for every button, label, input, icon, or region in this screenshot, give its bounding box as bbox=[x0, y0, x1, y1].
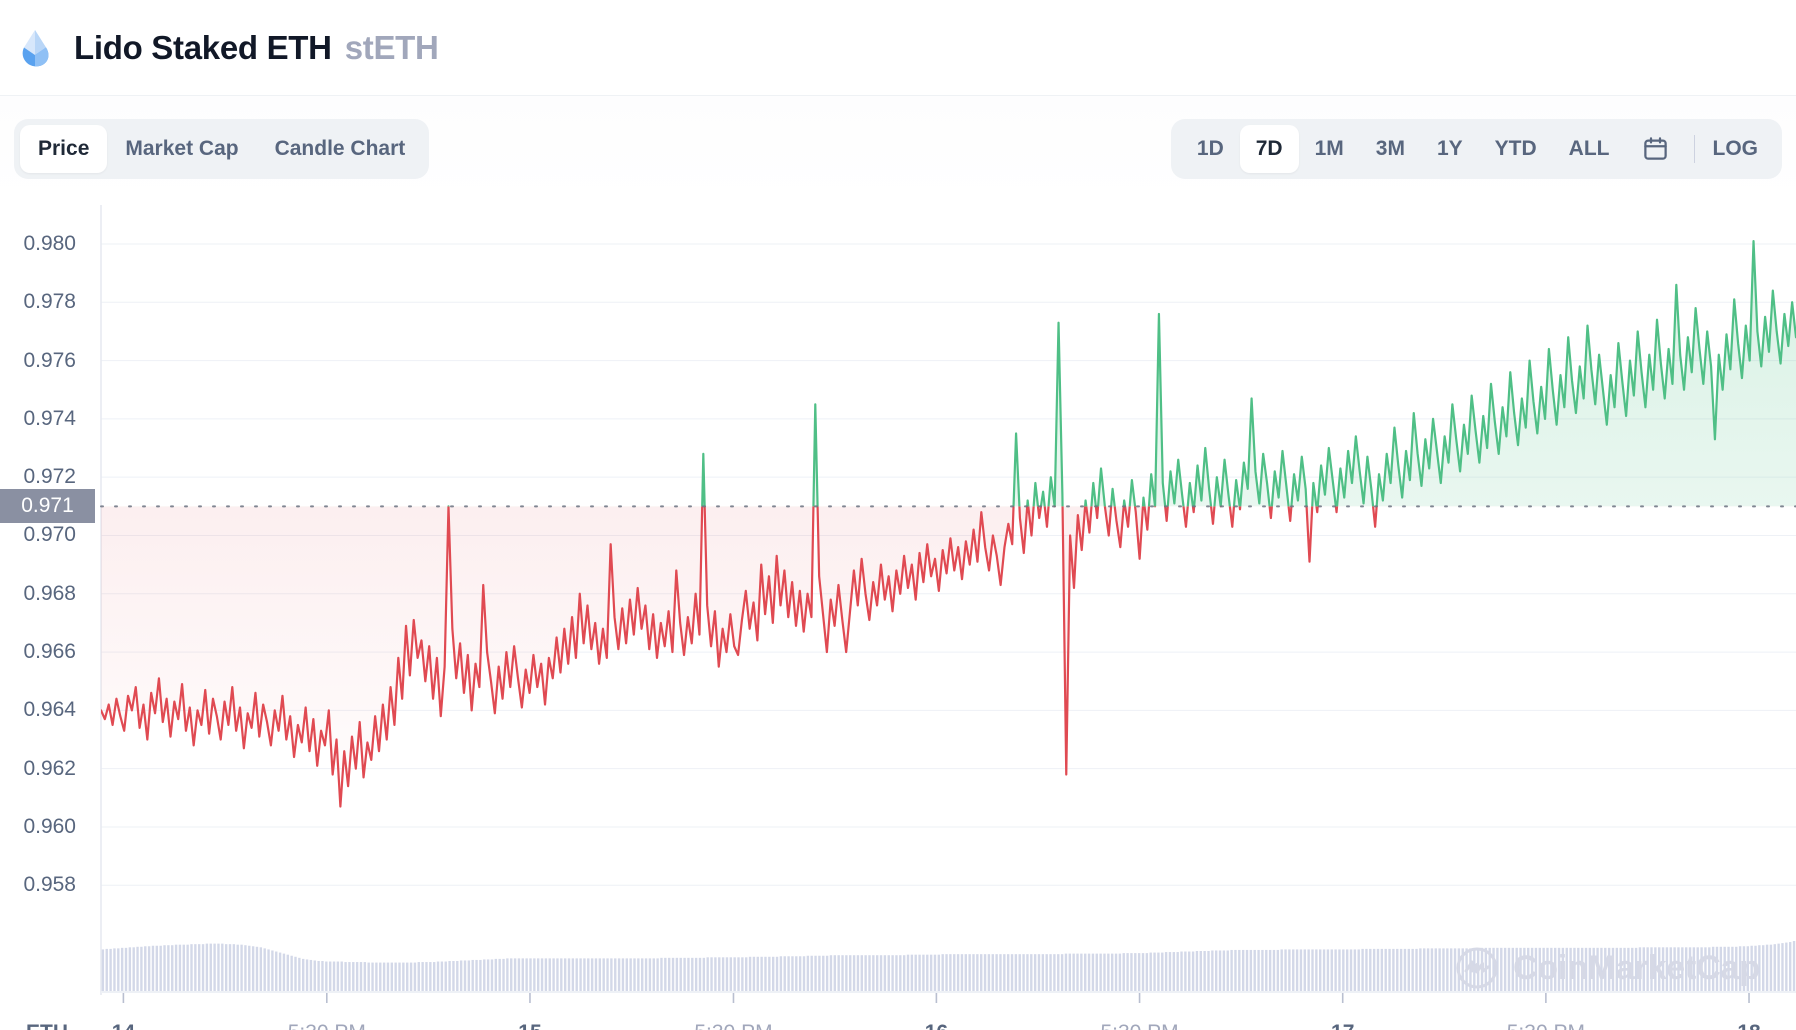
y-axis-unit-label: ETH bbox=[26, 1021, 68, 1030]
time-range-tabs: 1D 7D 1M 3M 1Y YTD ALL LOG bbox=[1170, 118, 1782, 179]
range-1d[interactable]: 1D bbox=[1181, 125, 1240, 173]
x-axis-tick: 18 bbox=[1737, 1021, 1760, 1030]
x-axis-tick: 14 bbox=[112, 1021, 135, 1030]
x-axis-tick: 5:30 PM bbox=[694, 1021, 772, 1030]
y-axis-tick: 0.962 bbox=[23, 756, 76, 780]
x-axis-tick: 5:30 PM bbox=[1100, 1021, 1178, 1030]
x-axis-tick: 16 bbox=[925, 1021, 948, 1030]
y-axis-tick: 0.978 bbox=[23, 290, 76, 314]
y-axis-tick: 0.980 bbox=[23, 231, 76, 255]
y-axis-tick: 0.974 bbox=[23, 406, 76, 430]
y-axis-tick: 0.966 bbox=[23, 640, 76, 664]
price-chart-canvas[interactable] bbox=[0, 201, 1796, 1030]
y-axis-labels: 0.980 0.978 0.976 0.974 0.972 0.970 0.968 0.966… bbox=[0, 201, 88, 1030]
x-axis-labels: 14 5:30 PM 15 5:30 PM 16 5:30 PM 17 5:30 PM 18 bbox=[0, 1003, 1796, 1030]
lido-drop-icon bbox=[14, 27, 56, 69]
tab-market-cap[interactable]: Market Cap bbox=[107, 125, 256, 173]
range-3m[interactable]: 3M bbox=[1360, 125, 1421, 173]
x-axis-tick: 17 bbox=[1331, 1021, 1354, 1030]
range-1m[interactable]: 1M bbox=[1299, 125, 1360, 173]
price-chart[interactable]: 0.980 0.978 0.976 0.974 0.972 0.970 0.968 0.966… bbox=[0, 201, 1796, 1030]
range-1y[interactable]: 1Y bbox=[1421, 125, 1479, 173]
coin-price-chart-page: Lido Staked ETH stETH Price Market Cap Can… bbox=[0, 0, 1796, 1030]
chart-view-tabs: Price Market Cap Candle Chart bbox=[14, 118, 430, 179]
y-axis-tick: 0.976 bbox=[23, 348, 76, 372]
x-axis-tick: 5:30 PM bbox=[1507, 1021, 1585, 1030]
coin-symbol: stETH bbox=[344, 28, 439, 66]
range-all[interactable]: ALL bbox=[1553, 125, 1626, 173]
x-axis-tick: 15 bbox=[518, 1021, 541, 1030]
tab-price[interactable]: Price bbox=[20, 124, 108, 173]
range-ytd[interactable]: YTD bbox=[1479, 125, 1553, 173]
chart-toolbar: Price Market Cap Candle Chart 1D 7D 1M 3M 1Y YT… bbox=[0, 96, 1796, 201]
y-axis-tick: 0.964 bbox=[23, 698, 76, 722]
range-7d[interactable]: 7D bbox=[1239, 124, 1299, 173]
current-price-badge: 0.971 bbox=[0, 489, 95, 524]
page-header: Lido Staked ETH stETH bbox=[0, 0, 1796, 96]
y-axis-tick: 0.970 bbox=[23, 523, 76, 547]
y-axis-tick: 0.972 bbox=[23, 465, 76, 489]
y-axis-tick: 0.968 bbox=[23, 581, 76, 605]
log-scale-button[interactable]: LOG bbox=[1709, 125, 1773, 173]
tab-candle-chart[interactable]: Candle Chart bbox=[257, 125, 424, 173]
calendar-icon[interactable] bbox=[1632, 125, 1680, 173]
toolbar-divider bbox=[1693, 134, 1695, 163]
x-axis-tick: 5:30 PM bbox=[288, 1021, 366, 1030]
y-axis-tick: 0.960 bbox=[23, 814, 76, 838]
page-title: Lido Staked ETH bbox=[74, 28, 332, 66]
y-axis-tick: 0.958 bbox=[23, 873, 76, 897]
